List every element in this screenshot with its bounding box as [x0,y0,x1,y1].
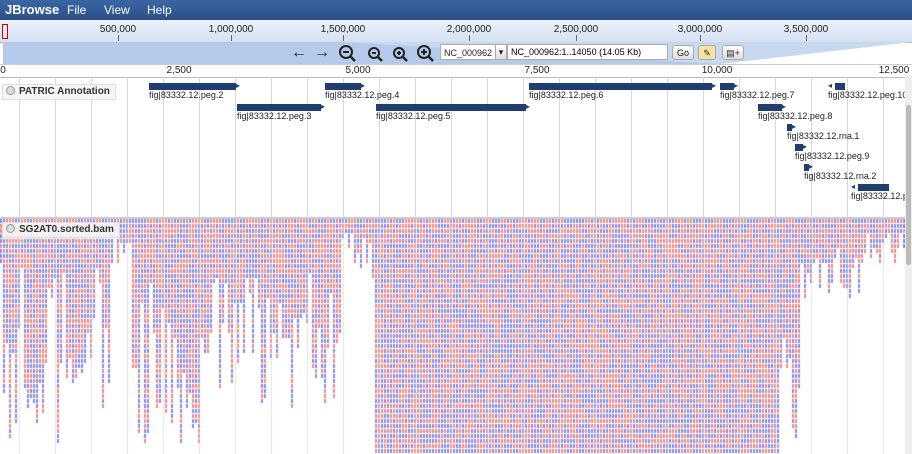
alignment-track-name: SG2AT0.sorted.bam [19,224,114,235]
feature-peg-5[interactable] [376,104,526,111]
strand-arrow-icon: ▸ [361,81,366,90]
feature-peg-4[interactable] [325,83,361,90]
overview-tick: 1,000,000 [208,24,254,35]
annotation-track[interactable]: PATRIC Annotation ▸ fig|83332.12.peg.2 ▸… [0,77,912,217]
feature-label: fig|83332.12.peg.9 [795,151,870,161]
alignment-reads[interactable] [0,219,905,454]
feature-peg-2[interactable] [149,83,236,90]
chevron-down-icon[interactable]: ▾ [495,44,507,60]
zoom-in-icon[interactable] [391,44,409,62]
zoom-out-icon[interactable] [366,44,384,62]
strand-arrow-icon: ▸ [712,81,717,90]
overview-location-marker[interactable] [2,24,8,39]
vertical-scrollbar[interactable] [905,75,912,454]
annotation-track-label[interactable]: PATRIC Annotation [2,84,116,100]
location-input[interactable] [507,44,668,60]
overview-tick: 500,000 [99,24,137,35]
alignment-track-label[interactable]: SG2AT0.sorted.bam [2,222,120,238]
track-container[interactable]: PATRIC Annotation ▸ fig|83332.12.peg.2 ▸… [0,77,912,454]
feature-label: fig|83332.12.peg.2 [149,90,224,100]
track-close-icon[interactable] [6,86,15,95]
feature-label: fig|83332.12.peg.5 [376,111,451,121]
menu-bar: JBrowse File View Help [0,0,912,20]
refseq-value: NC_000962 [444,48,493,58]
strand-arrow-icon: ▸ [321,102,326,111]
feature-label: fig|83332.12.rna.2 [804,171,877,181]
menu-view[interactable]: View [104,3,130,17]
overview-tick: 2,500,000 [553,24,599,35]
strand-arrow-icon: ▸ [526,102,531,111]
ruler-tick: 7,500 [524,65,550,76]
highlight-icon[interactable]: ✎ [698,45,716,60]
alignment-track[interactable]: SG2AT0.sorted.bam [0,219,912,454]
strand-arrow-icon: ▸ [792,122,797,131]
overview-tick: 1,500,000 [320,24,366,35]
feature-peg-9[interactable] [795,144,803,151]
base-ruler: 0 2,500 5,000 7,500 10,000 12,500 [0,64,912,78]
ruler-tick: 10,000 [701,65,733,76]
feature-label: fig|83332.12.peg.3 [237,111,312,121]
ruler-tick: 5,000 [345,65,371,76]
feature-label: fig|83332.12.peg.7 [720,90,795,100]
feature-label: fig|83332.12.rna.1 [787,131,860,141]
track-menu-icon[interactable]: ▤+ [722,45,744,60]
strand-arrow-icon: ▸ [803,142,808,151]
feature-peg-7[interactable] [720,83,734,90]
overview-tick: 3,000,000 [677,24,723,35]
menu-help[interactable]: Help [147,3,172,17]
feature-label: fig|83332.12.peg.4 [325,90,400,100]
feature-label: fig|83332.12.peg.6 [529,90,604,100]
annotation-track-name: PATRIC Annotation [19,86,110,97]
feature-peg-10[interactable] [835,83,845,90]
overview-scale[interactable]: 500,000 1,000,000 1,500,000 2,000,000 2,… [0,20,912,43]
strand-arrow-icon: ▸ [734,81,739,90]
zoom-out-large-icon[interactable] [338,44,356,62]
app-title: JBrowse [5,2,60,17]
zoom-in-large-icon[interactable] [416,44,434,62]
track-close-icon[interactable] [6,224,15,233]
pan-right-icon[interactable]: → [313,44,331,62]
strand-arrow-icon: ▸ [782,102,787,111]
overview-tick: 3,500,000 [783,24,829,35]
overview-tick: 2,000,000 [446,24,492,35]
feature-peg-3[interactable] [237,104,321,111]
feature-peg-8[interactable] [758,104,782,111]
scrollbar-thumb[interactable] [906,105,911,265]
ruler-tick: 0 [0,65,6,76]
refseq-select[interactable]: NC_000962 [440,44,496,60]
go-button[interactable]: Go [672,45,694,60]
feature-label: fig|83332.12.peg.11 [851,191,905,201]
ruler-tick: 2,500 [166,65,192,76]
menu-file[interactable]: File [67,3,86,17]
navigation-bar: ← → NC_000962 ▾ Go ✎ ▤+ [0,42,912,64]
strand-arrow-icon: ◂ [851,182,856,191]
feature-peg-6[interactable] [529,83,712,90]
feature-peg-11[interactable] [858,184,889,191]
strand-arrow-icon: ▸ [809,162,814,171]
feature-label: fig|83332.12.peg.8 [758,111,833,121]
strand-arrow-icon: ◂ [828,81,833,90]
feature-label: fig|83332.12.peg.10 [828,90,908,100]
strand-arrow-icon: ▸ [236,81,241,90]
pan-left-icon[interactable]: ← [290,44,308,62]
